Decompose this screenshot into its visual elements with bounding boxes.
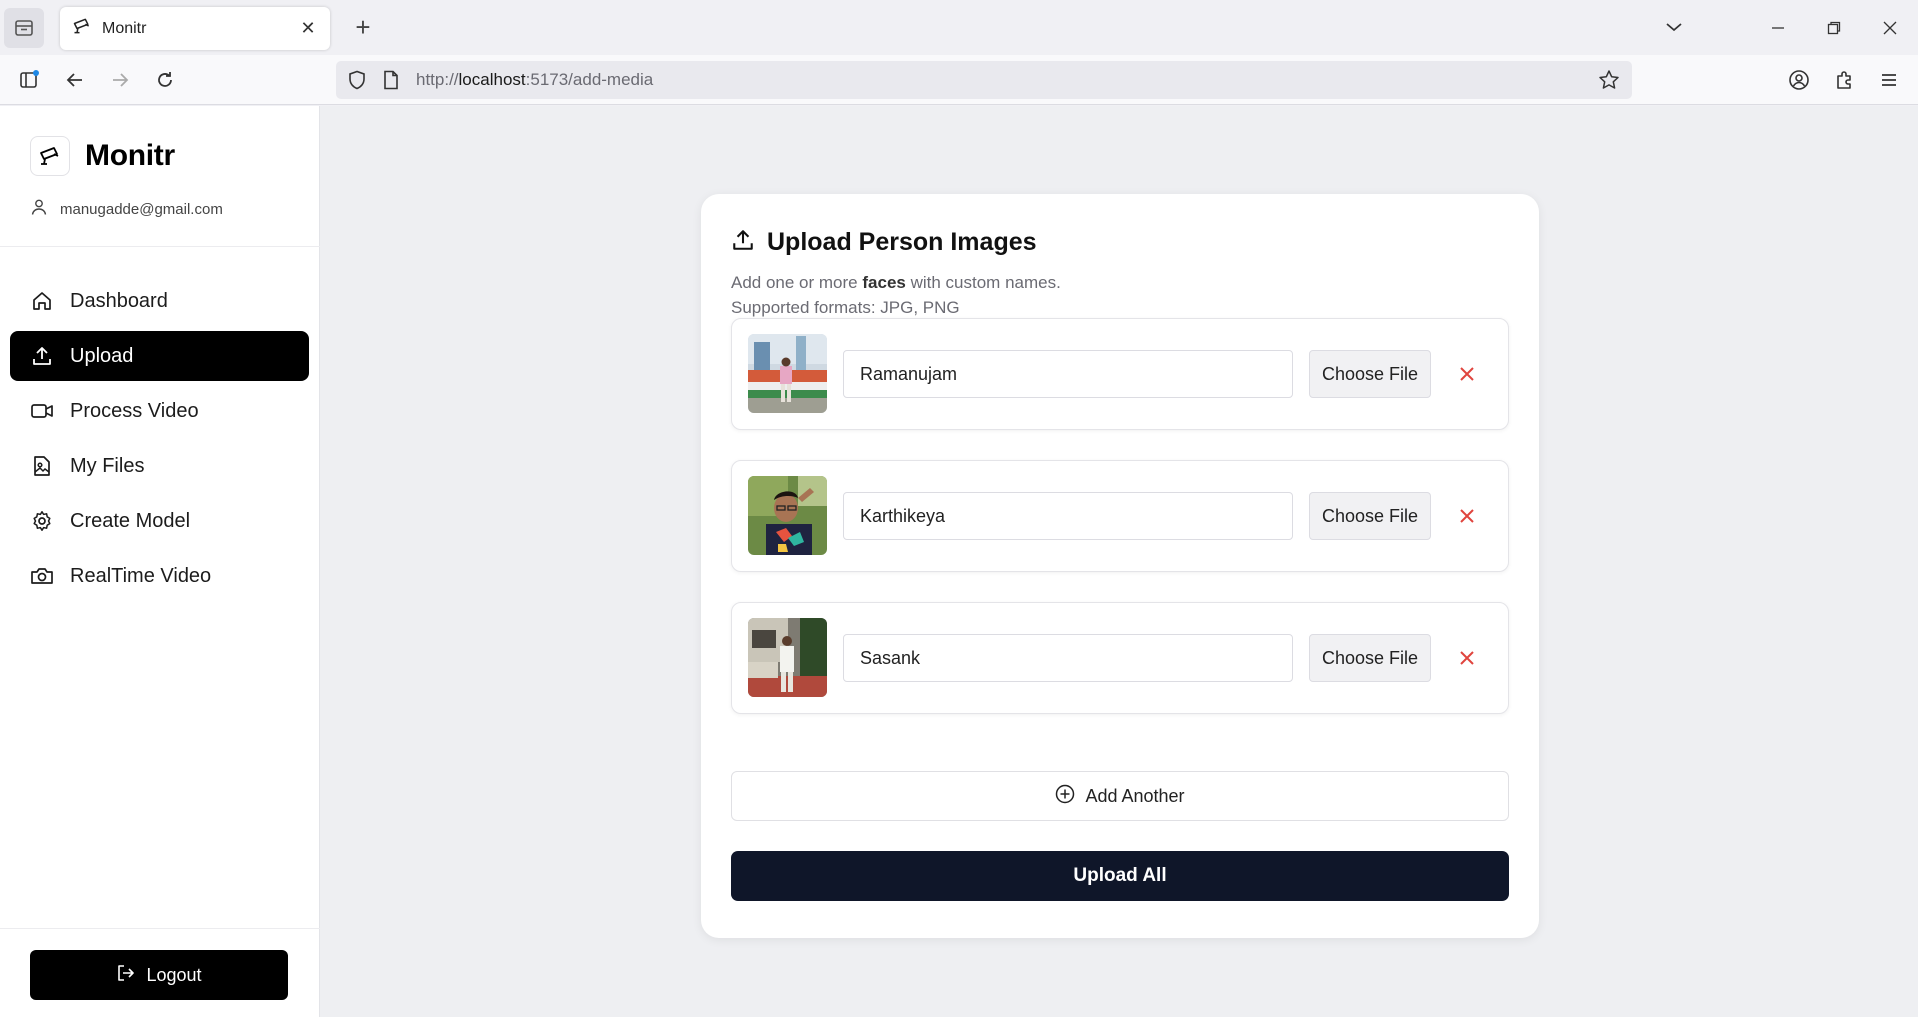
browser-nav-bar: http://localhost:5173/add-media [0, 55, 1918, 105]
person-entry-row: Choose File [731, 318, 1509, 430]
add-another-label: Add Another [1085, 785, 1185, 806]
sidebar-item-label: Process Video [70, 399, 199, 422]
brand-name: Monitr [85, 139, 175, 172]
tab-title: Monitr [102, 19, 147, 37]
page-title: Upload Person Images [767, 228, 1037, 256]
user-info: manugadde@gmail.com [30, 198, 223, 221]
browser-tab[interactable]: Monitr ✕ [60, 7, 330, 50]
sidebar-item-process-video[interactable]: Process Video [10, 386, 309, 436]
tab-close-icon[interactable]: ✕ [298, 18, 318, 39]
page-icon [374, 61, 408, 99]
sidebar-divider [0, 246, 320, 247]
sidebar-item-upload[interactable]: Upload [10, 331, 309, 381]
sidebar-item-label: My Files [70, 454, 145, 477]
address-bar[interactable]: http://localhost:5173/add-media [336, 61, 1632, 99]
cctv-camera-logo-icon [30, 136, 70, 176]
user-icon [30, 198, 48, 221]
user-email: manugadde@gmail.com [60, 201, 223, 218]
person-entry-row: Choose File [731, 602, 1509, 714]
app-root: Monitr manugadde@gmail.com Dashboard Upl… [0, 106, 1918, 1017]
account-icon[interactable] [1782, 63, 1816, 97]
upload-icon [30, 344, 54, 368]
card-description: Add one or more faces with custom names.… [731, 270, 1061, 320]
logout-button[interactable]: Logout [30, 950, 288, 1000]
brand: Monitr [30, 136, 175, 176]
person-thumbnail [748, 334, 827, 413]
shield-icon[interactable] [340, 61, 374, 99]
camera-icon [30, 564, 54, 588]
upload-icon [731, 228, 755, 257]
back-arrow-icon[interactable] [58, 63, 92, 97]
bookmark-star-icon[interactable] [1594, 65, 1624, 95]
subtitle-line: Add one or more faces with custom names. [731, 273, 1061, 292]
sidebar: Monitr manugadde@gmail.com Dashboard Upl… [0, 106, 320, 1017]
choose-file-button[interactable]: Choose File [1309, 492, 1431, 540]
restore-icon[interactable] [1806, 0, 1862, 55]
sidebar-panel-icon[interactable] [12, 63, 46, 97]
supported-formats: Supported formats: JPG, PNG [731, 298, 960, 317]
sidebar-item-realtime-video[interactable]: RealTime Video [10, 551, 309, 601]
extensions-icon[interactable] [1828, 63, 1862, 97]
sidebar-item-dashboard[interactable]: Dashboard [10, 276, 309, 326]
upload-card: Upload Person Images Add one or more fac… [701, 194, 1539, 938]
upload-all-button[interactable]: Upload All [731, 851, 1509, 901]
choose-file-button[interactable]: Choose File [1309, 350, 1431, 398]
sidebar-item-label: RealTime Video [70, 564, 212, 587]
person-thumbnail [748, 476, 827, 555]
reload-icon[interactable] [148, 63, 182, 97]
person-entry-row: Choose File [731, 460, 1509, 572]
tab-favicon-icon [72, 16, 92, 41]
person-name-input[interactable] [843, 492, 1293, 540]
remove-entry-x-icon[interactable] [1451, 358, 1483, 390]
remove-entry-x-icon[interactable] [1451, 500, 1483, 532]
home-icon [30, 289, 54, 313]
video-icon [30, 399, 54, 423]
tab-list-chevron-icon[interactable] [1656, 12, 1692, 42]
new-tab-icon[interactable]: + [348, 12, 378, 42]
sidebar-item-label: Create Model [70, 509, 191, 532]
menu-icon[interactable] [1872, 63, 1906, 97]
window-controls [1750, 0, 1918, 55]
sidebar-item-label: Upload [70, 344, 134, 367]
minimize-icon[interactable] [1750, 0, 1806, 55]
sidebar-toggle-icon[interactable] [4, 8, 44, 48]
sidebar-menu: Dashboard Upload Process Video My Files … [10, 276, 309, 606]
choose-file-button[interactable]: Choose File [1309, 634, 1431, 682]
browser-tab-bar: Monitr ✕ + [0, 0, 1918, 55]
forward-arrow-icon[interactable] [103, 63, 137, 97]
person-name-input[interactable] [843, 634, 1293, 682]
sidebar-item-create-model[interactable]: Create Model [10, 496, 309, 546]
file-image-icon [30, 454, 54, 478]
person-thumbnail [748, 618, 827, 697]
card-header: Upload Person Images [731, 228, 1037, 257]
remove-entry-x-icon[interactable] [1451, 642, 1483, 674]
close-window-icon[interactable] [1862, 0, 1918, 55]
url-text: http://localhost:5173/add-media [416, 70, 654, 89]
sidebar-item-label: Dashboard [70, 289, 168, 312]
sidebar-divider [0, 928, 320, 929]
gear-icon [30, 509, 54, 533]
sidebar-item-my-files[interactable]: My Files [10, 441, 309, 491]
plus-circle-icon [1055, 784, 1075, 809]
person-name-input[interactable] [843, 350, 1293, 398]
logout-icon [116, 963, 136, 988]
logout-label: Logout [146, 964, 202, 985]
add-another-button[interactable]: Add Another [731, 771, 1509, 821]
